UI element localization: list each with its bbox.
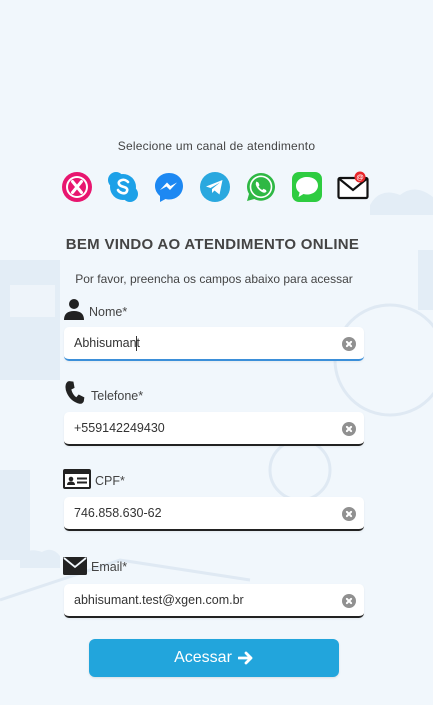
nome-clear-icon[interactable] xyxy=(342,337,356,351)
telefone-clear-icon[interactable] xyxy=(342,422,356,436)
nome-label-row: Nome* xyxy=(63,296,127,320)
email-clear-icon[interactable] xyxy=(342,594,356,608)
email-input[interactable] xyxy=(74,584,329,616)
acessar-button-label: Acessar xyxy=(174,649,232,666)
email-label: Email* xyxy=(91,560,128,574)
telegram-channel-button[interactable] xyxy=(199,171,231,203)
messenger-channel-button[interactable] xyxy=(153,171,185,203)
skype-icon xyxy=(108,172,138,202)
user-icon xyxy=(64,299,84,320)
xgen-icon xyxy=(62,172,92,202)
phone-icon xyxy=(65,381,85,404)
messenger-icon xyxy=(155,173,183,202)
email-field xyxy=(64,584,364,618)
channel-prompt: Selecione um canal de atendimento xyxy=(117,139,316,153)
text-caret xyxy=(136,336,137,351)
email-channel-button[interactable]: @ xyxy=(337,171,369,203)
email-icon: @ xyxy=(337,171,369,200)
cpf-field xyxy=(64,497,364,531)
xgen-channel-button[interactable] xyxy=(61,171,93,203)
telegram-icon xyxy=(200,172,230,202)
email-label-row: Email* xyxy=(63,551,127,575)
cpf-clear-icon[interactable] xyxy=(342,507,356,521)
telefone-label: Telefone* xyxy=(91,389,144,403)
svg-text:@: @ xyxy=(356,172,363,181)
form-instructions: Por favor, preencha os campos abaixo par… xyxy=(75,272,353,286)
cpf-label-row: CPF* xyxy=(63,465,125,489)
whatsapp-icon xyxy=(247,173,275,201)
envelope-icon xyxy=(63,557,87,575)
skype-channel-button[interactable] xyxy=(107,171,139,203)
channel-selector: @ xyxy=(61,171,371,203)
nome-input[interactable] xyxy=(74,327,329,359)
cpf-input[interactable] xyxy=(74,497,329,529)
message-icon xyxy=(292,172,322,202)
sms-channel-button[interactable] xyxy=(291,171,323,203)
cpf-label: CPF* xyxy=(95,474,125,488)
arrow-right-icon xyxy=(237,651,253,665)
nome-field xyxy=(64,327,364,361)
telefone-field xyxy=(64,412,364,446)
telefone-input[interactable] xyxy=(74,412,329,444)
whatsapp-channel-button[interactable] xyxy=(245,171,277,203)
nome-label: Nome* xyxy=(89,305,128,319)
welcome-title: BEM VINDO AO ATENDIMENTO ONLINE xyxy=(65,236,360,253)
id-card-icon xyxy=(63,469,91,489)
telefone-label-row: Telefone* xyxy=(63,380,143,404)
acessar-button[interactable]: Acessar xyxy=(89,639,339,677)
